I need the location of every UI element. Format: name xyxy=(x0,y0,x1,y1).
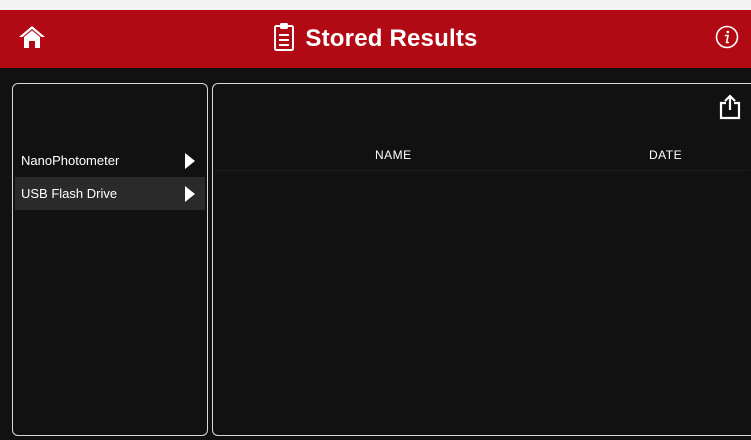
page-title: Stored Results xyxy=(273,22,477,57)
page-title-text: Stored Results xyxy=(305,25,478,52)
title-bar: Stored Results xyxy=(0,10,751,68)
column-header-date[interactable]: DATE xyxy=(649,148,682,162)
results-panel: NAME DATE xyxy=(212,83,751,436)
info-icon xyxy=(715,25,739,54)
share-icon xyxy=(719,93,741,125)
info-button[interactable] xyxy=(715,25,739,54)
chevron-right-icon xyxy=(185,185,195,202)
chevron-right-icon xyxy=(185,152,195,169)
source-item-nanophotometer[interactable]: NanoPhotometer xyxy=(15,144,205,177)
home-button[interactable] xyxy=(16,24,48,54)
home-icon xyxy=(18,24,46,55)
table-header-divider xyxy=(213,170,750,171)
stored-results-screen: Stored Results NanoPhotometer USB Flash … xyxy=(0,10,751,440)
column-header-name[interactable]: NAME xyxy=(375,148,412,162)
source-item-label: USB Flash Drive xyxy=(21,186,118,201)
source-list-panel: NanoPhotometer USB Flash Drive xyxy=(12,83,208,436)
source-item-usb-flash-drive[interactable]: USB Flash Drive xyxy=(15,177,205,210)
source-item-label: NanoPhotometer xyxy=(21,153,120,168)
clipboard-icon xyxy=(273,22,295,57)
export-button[interactable] xyxy=(717,93,743,125)
